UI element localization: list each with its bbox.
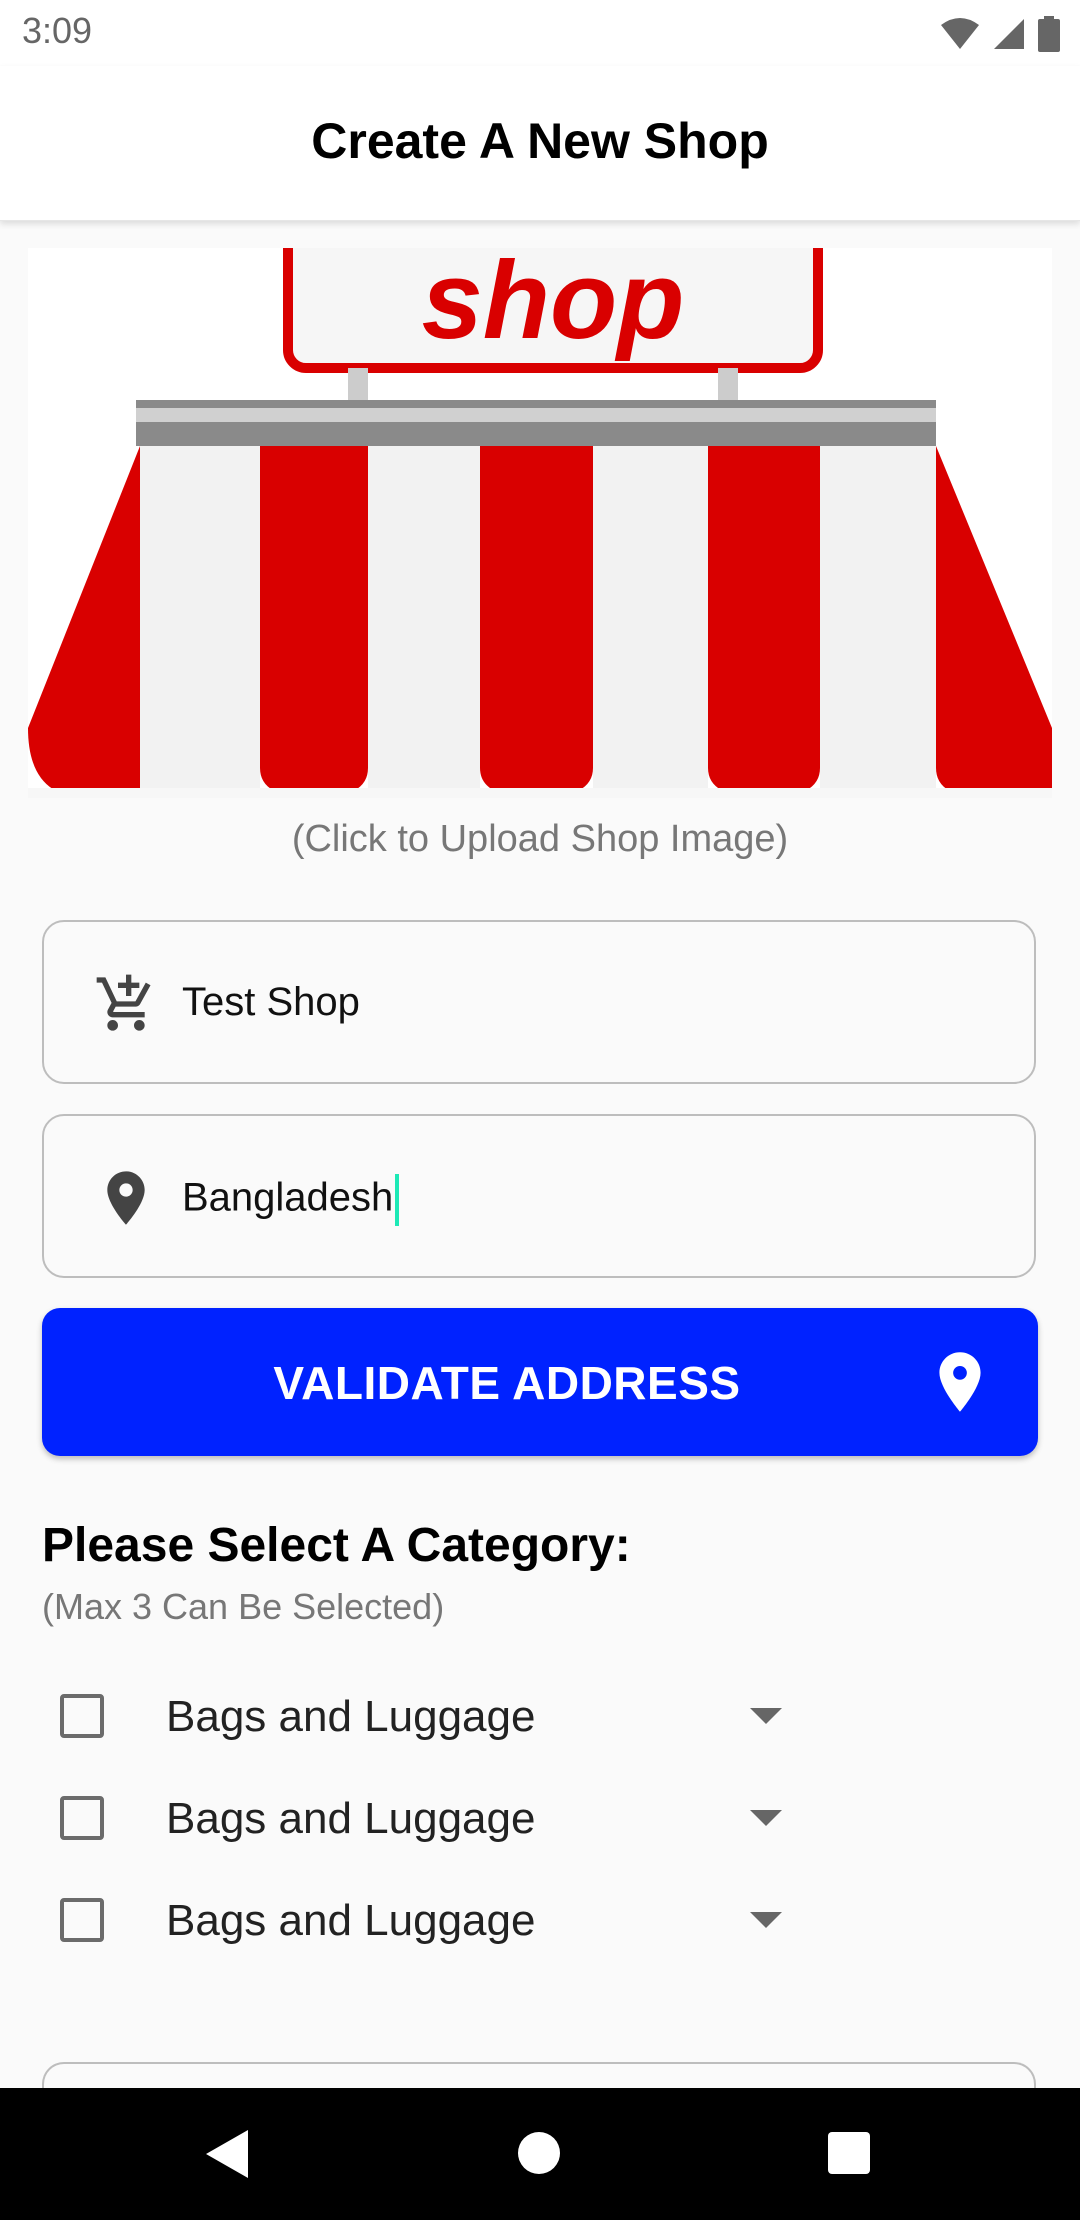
home-icon[interactable] [518,2132,560,2174]
chevron-down-icon[interactable] [750,1912,782,1928]
cart-icon [96,974,151,1031]
category-subtext: (Max 3 Can Be Selected) [42,1586,445,1627]
address-value: Bangladesh [182,1174,400,1226]
address-text: Bangladesh [182,1175,394,1220]
status-time: 3:09 [22,10,93,51]
chevron-down-icon[interactable] [750,1810,782,1826]
upload-caption: (Click to Upload Shop Image) [291,818,789,860]
category-row: Bags and Luggage [60,1880,800,1964]
category-select[interactable]: Bags and Luggage [166,1794,535,1844]
app-bar: Create A New Shop [0,66,1080,221]
category-row: Bags and Luggage [60,1676,800,1760]
category-row: Bags and Luggage [60,1778,800,1862]
navigation-bar [0,2088,1080,2220]
text-cursor [395,1174,400,1226]
validate-address-label: VALIDATE ADDRESS [273,1357,741,1409]
shop-name-value: Test Shop [182,980,360,1024]
address-field[interactable]: Bangladesh [42,1114,1036,1278]
shop-name-field[interactable]: Test Shop [42,920,1036,1084]
category-checkbox[interactable] [60,1694,104,1738]
page-title: Create A New Shop [311,113,769,169]
category-checkbox[interactable] [60,1796,104,1840]
status-bar: 3:09 [0,0,1080,66]
validate-address-button[interactable]: VALIDATE ADDRESS [42,1308,1038,1456]
shop-image-upload[interactable]: shop [28,248,1052,798]
back-icon[interactable] [202,2128,252,2180]
location-pin-icon [107,1171,145,1225]
location-pin-icon [939,1352,981,1412]
category-heading: Please Select A Category: [42,1519,631,1572]
shop-sign-text: shop [422,248,685,362]
status-icons [940,14,1060,54]
battery-icon [1038,16,1060,52]
category-select[interactable]: Bags and Luggage [166,1692,535,1742]
recents-icon[interactable] [828,2132,870,2174]
shop-awning-image: shop [28,248,1052,798]
category-checkbox[interactable] [60,1898,104,1942]
wifi-icon [941,18,979,49]
chevron-down-icon[interactable] [750,1708,782,1724]
category-select[interactable]: Bags and Luggage [166,1896,535,1946]
signal-icon [994,19,1024,49]
